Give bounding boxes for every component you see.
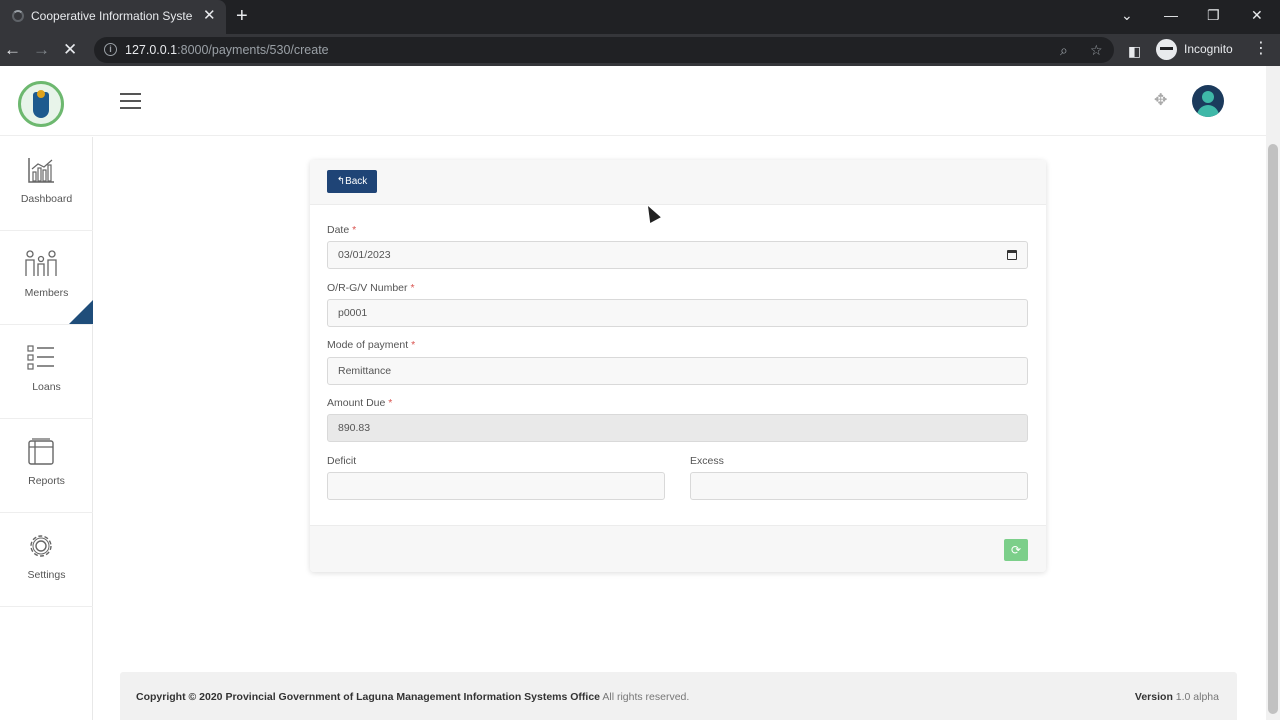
sidebar-item-settings[interactable]: Settings xyxy=(0,513,93,607)
sidebar-item-reports[interactable]: Reports xyxy=(0,419,93,513)
back-arrow-icon[interactable]: ← xyxy=(4,40,21,60)
bookmark-star-icon[interactable]: ☆ xyxy=(1090,41,1103,59)
members-icon xyxy=(25,250,57,276)
browser-menu-icon[interactable]: ⋮ xyxy=(1253,39,1269,59)
tab-search-icon[interactable]: ⌄ xyxy=(1121,6,1133,24)
copyright-text: Copyright © 2020 Provincial Government o… xyxy=(136,691,690,703)
scrollbar-thumb[interactable] xyxy=(1268,144,1278,714)
checklist-icon xyxy=(27,345,54,370)
sidebar-item-dashboard[interactable]: Dashboard xyxy=(0,137,93,231)
active-indicator xyxy=(69,300,93,324)
or-number-field[interactable]: p0001 xyxy=(327,299,1028,327)
browser-tab-bar: Cooperative Information System ✕ + ⌄ — ❐… xyxy=(0,0,1280,34)
new-tab-icon[interactable]: + xyxy=(236,5,248,27)
payment-form-card: ↰Back Date * 03/01/2023 O/R-G/V Number *… xyxy=(310,160,1046,572)
close-tab-icon[interactable]: ✕ xyxy=(203,8,216,24)
deficit-label: Deficit xyxy=(327,455,357,467)
sidebar: Dashboard Members Loans Reports Settings xyxy=(0,137,93,720)
app-header: ✥ xyxy=(0,66,1266,136)
stop-loading-icon[interactable]: ✕ xyxy=(63,40,77,60)
site-info-icon[interactable]: i xyxy=(104,43,117,56)
save-button[interactable]: ⟳ xyxy=(1004,539,1028,561)
minimize-icon[interactable]: — xyxy=(1164,6,1178,24)
tab-title: Cooperative Information System xyxy=(31,9,193,23)
card-footer: ⟳ xyxy=(310,525,1046,572)
back-arrow-icon: ↰ xyxy=(336,176,346,187)
incognito-icon xyxy=(1156,39,1177,60)
date-field[interactable]: 03/01/2023 xyxy=(327,241,1028,269)
side-panel-icon[interactable]: ◧ xyxy=(1128,41,1141,61)
back-button[interactable]: ↰Back xyxy=(327,170,377,193)
url-text: 127.0.0.1:8000/payments/530/create xyxy=(125,43,329,57)
hamburger-menu-icon[interactable] xyxy=(120,93,141,109)
or-number-label: O/R-G/V Number * xyxy=(327,282,415,294)
fullscreen-icon[interactable]: ✥ xyxy=(1154,92,1167,110)
excess-label: Excess xyxy=(690,455,724,467)
calendar-icon[interactable] xyxy=(1007,250,1017,260)
version-text: Version 1.0 alpha xyxy=(1134,691,1219,703)
save-icon: ⟳ xyxy=(1010,543,1022,557)
app-logo[interactable] xyxy=(18,81,64,127)
close-window-icon[interactable]: ✕ xyxy=(1251,6,1263,24)
zoom-icon[interactable]: ⌕ xyxy=(1060,41,1068,59)
browser-toolbar: ← → ✕ i 127.0.0.1:8000/payments/530/crea… xyxy=(0,34,1280,66)
browser-tab[interactable]: Cooperative Information System ✕ xyxy=(0,0,226,34)
date-label: Date * xyxy=(327,224,357,236)
amount-due-label: Amount Due * xyxy=(327,397,393,409)
address-bar[interactable]: i 127.0.0.1:8000/payments/530/create ⌕ ☆ xyxy=(94,37,1114,63)
page-footer: Copyright © 2020 Provincial Government o… xyxy=(120,672,1237,720)
card-header: ↰Back xyxy=(310,160,1046,205)
mode-of-payment-label: Mode of payment * xyxy=(327,339,416,351)
mode-of-payment-field[interactable]: Remittance xyxy=(327,357,1028,385)
user-avatar[interactable] xyxy=(1192,85,1224,117)
deficit-field[interactable] xyxy=(327,472,665,500)
sidebar-item-members[interactable]: Members xyxy=(0,231,93,325)
reports-icon xyxy=(28,438,54,465)
sidebar-item-loans[interactable]: Loans xyxy=(0,325,93,419)
forward-arrow-icon[interactable]: → xyxy=(33,40,50,60)
excess-field[interactable] xyxy=(690,472,1028,500)
gear-icon xyxy=(30,535,52,557)
loading-spinner-icon xyxy=(12,10,24,22)
chart-icon xyxy=(28,158,54,183)
page-scrollbar[interactable] xyxy=(1266,66,1280,720)
amount-due-field: 890.83 xyxy=(327,414,1028,442)
restore-icon[interactable]: ❐ xyxy=(1207,6,1220,24)
